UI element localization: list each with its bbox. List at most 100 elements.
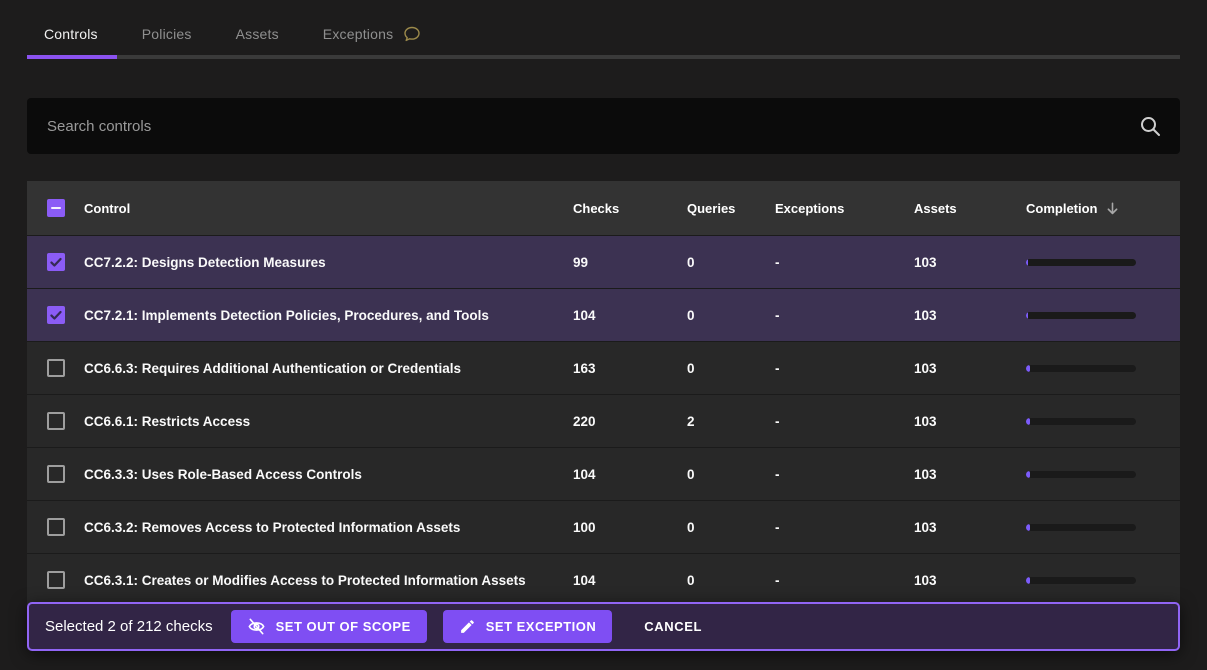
exceptions-value: - — [775, 414, 914, 429]
search-bar[interactable] — [27, 98, 1180, 154]
exceptions-value: - — [775, 573, 914, 588]
tab-bar: Controls Policies Assets Exceptions — [27, 14, 439, 61]
table-row[interactable]: CC6.3.1: Creates or Modifies Access to P… — [27, 553, 1180, 606]
tab-label: Policies — [142, 26, 192, 42]
assets-value: 103 — [914, 414, 1026, 429]
table-row[interactable]: CC6.6.1: Restricts Access 220 2 - 103 — [27, 394, 1180, 447]
column-header-checks[interactable]: Checks — [573, 201, 687, 216]
queries-value: 0 — [687, 573, 775, 588]
column-header-exceptions[interactable]: Exceptions — [775, 201, 914, 216]
row-checkbox[interactable] — [47, 412, 65, 430]
completion-progress-bar — [1026, 365, 1136, 372]
queries-value: 0 — [687, 361, 775, 376]
speech-bubble-icon — [402, 24, 422, 44]
checks-value: 220 — [573, 414, 687, 429]
checks-value: 104 — [573, 308, 687, 323]
sort-descending-icon — [1105, 201, 1120, 216]
completion-progress-bar — [1026, 259, 1136, 266]
checks-value: 104 — [573, 467, 687, 482]
assets-value: 103 — [914, 573, 1026, 588]
completion-progress-bar — [1026, 312, 1136, 319]
queries-value: 2 — [687, 414, 775, 429]
row-checkbox[interactable] — [47, 306, 65, 324]
completion-header-label: Completion — [1026, 201, 1098, 216]
control-name[interactable]: CC7.2.1: Implements Detection Policies, … — [84, 308, 573, 323]
queries-value: 0 — [687, 467, 775, 482]
pencil-icon — [459, 618, 476, 635]
completion-progress-bar — [1026, 418, 1136, 425]
completion-progress-fill — [1026, 524, 1030, 531]
completion-progress-fill — [1026, 577, 1030, 584]
table-body: CC7.2.2: Designs Detection Measures 99 0… — [27, 235, 1180, 606]
table-row[interactable]: CC6.6.3: Requires Additional Authenticat… — [27, 341, 1180, 394]
tab-label: Assets — [236, 26, 279, 42]
eye-off-icon — [247, 617, 266, 636]
row-checkbox[interactable] — [47, 518, 65, 536]
row-checkbox[interactable] — [47, 571, 65, 589]
completion-progress-bar — [1026, 524, 1136, 531]
row-checkbox[interactable] — [47, 253, 65, 271]
column-header-control[interactable]: Control — [84, 201, 573, 216]
indeterminate-dash-icon — [51, 207, 61, 210]
assets-value: 103 — [914, 308, 1026, 323]
completion-progress-fill — [1026, 471, 1030, 478]
set-exception-label: SET EXCEPTION — [486, 619, 597, 634]
queries-value: 0 — [687, 308, 775, 323]
control-name[interactable]: CC7.2.2: Designs Detection Measures — [84, 255, 573, 270]
exceptions-value: - — [775, 467, 914, 482]
column-header-queries[interactable]: Queries — [687, 201, 775, 216]
control-name[interactable]: CC6.6.3: Requires Additional Authenticat… — [84, 361, 573, 376]
checks-value: 104 — [573, 573, 687, 588]
control-name[interactable]: CC6.3.3: Uses Role-Based Access Controls — [84, 467, 573, 482]
control-name[interactable]: CC6.3.2: Removes Access to Protected Inf… — [84, 520, 573, 535]
completion-progress-bar — [1026, 577, 1136, 584]
assets-value: 103 — [914, 361, 1026, 376]
table-row[interactable]: CC6.3.3: Uses Role-Based Access Controls… — [27, 447, 1180, 500]
column-header-completion[interactable]: Completion — [1026, 201, 1180, 216]
tab-policies[interactable]: Policies — [125, 14, 209, 61]
selection-count-text: Selected 2 of 212 checks — [45, 618, 213, 635]
table-row[interactable]: CC7.2.2: Designs Detection Measures 99 0… — [27, 235, 1180, 288]
exceptions-value: - — [775, 308, 914, 323]
checks-value: 99 — [573, 255, 687, 270]
active-tab-indicator — [27, 55, 117, 59]
control-name[interactable]: CC6.3.1: Creates or Modifies Access to P… — [84, 573, 573, 588]
tab-divider — [27, 55, 1180, 59]
set-out-of-scope-button[interactable]: SET OUT OF SCOPE — [231, 610, 427, 643]
checks-value: 100 — [573, 520, 687, 535]
tab-label: Exceptions — [323, 26, 393, 42]
control-name[interactable]: CC6.6.1: Restricts Access — [84, 414, 573, 429]
table-row[interactable]: CC6.3.2: Removes Access to Protected Inf… — [27, 500, 1180, 553]
assets-value: 103 — [914, 467, 1026, 482]
column-header-assets[interactable]: Assets — [914, 201, 1026, 216]
queries-value: 0 — [687, 520, 775, 535]
completion-progress-fill — [1026, 259, 1028, 266]
assets-value: 103 — [914, 255, 1026, 270]
table-header-row: Control Checks Queries Exceptions Assets… — [27, 181, 1180, 235]
tab-label: Controls — [44, 26, 98, 42]
tab-controls[interactable]: Controls — [27, 14, 115, 61]
cancel-button[interactable]: CANCEL — [634, 610, 712, 643]
exceptions-value: - — [775, 255, 914, 270]
tab-assets[interactable]: Assets — [219, 14, 296, 61]
search-icon[interactable] — [1138, 114, 1162, 138]
row-checkbox[interactable] — [47, 465, 65, 483]
selection-action-bar: Selected 2 of 212 checks SET OUT OF SCOP… — [27, 602, 1180, 651]
tab-exceptions[interactable]: Exceptions — [306, 14, 439, 61]
completion-progress-fill — [1026, 418, 1030, 425]
row-checkbox[interactable] — [47, 359, 65, 377]
exceptions-value: - — [775, 520, 914, 535]
set-out-of-scope-label: SET OUT OF SCOPE — [276, 619, 411, 634]
checks-value: 163 — [573, 361, 687, 376]
completion-progress-fill — [1026, 365, 1030, 372]
set-exception-button[interactable]: SET EXCEPTION — [443, 610, 613, 643]
search-input[interactable] — [45, 117, 1138, 136]
assets-value: 103 — [914, 520, 1026, 535]
queries-value: 0 — [687, 255, 775, 270]
completion-progress-fill — [1026, 312, 1028, 319]
table-row[interactable]: CC7.2.1: Implements Detection Policies, … — [27, 288, 1180, 341]
select-all-checkbox[interactable] — [47, 199, 65, 217]
completion-progress-bar — [1026, 471, 1136, 478]
exceptions-value: - — [775, 361, 914, 376]
controls-table: Control Checks Queries Exceptions Assets… — [27, 181, 1180, 606]
